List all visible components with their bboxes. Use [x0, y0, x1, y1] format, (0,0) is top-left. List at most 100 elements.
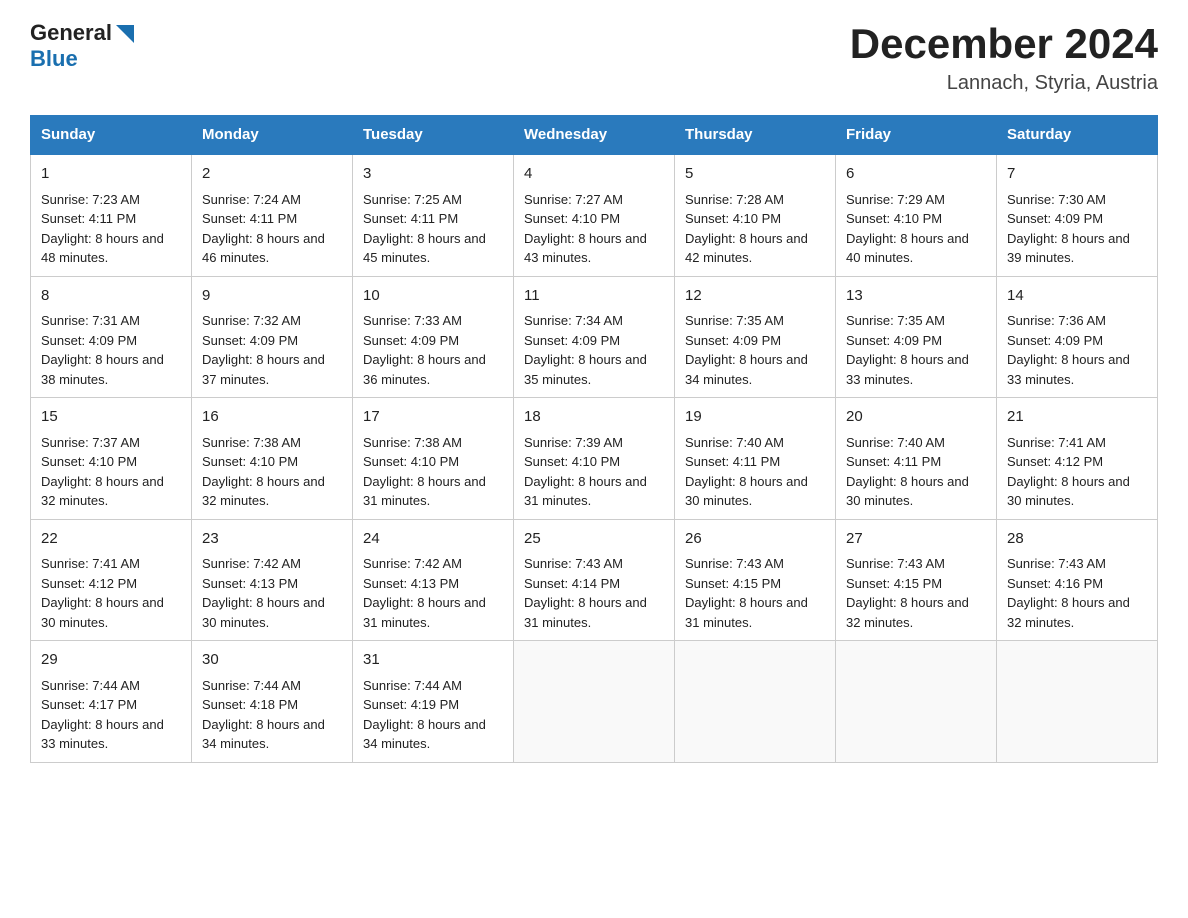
sunset-text: Sunset: 4:11 PM — [685, 454, 780, 469]
daylight-text: Daylight: 8 hours and 31 minutes. — [524, 595, 647, 630]
sunset-text: Sunset: 4:14 PM — [524, 576, 620, 591]
calendar-cell: 12Sunrise: 7:35 AMSunset: 4:09 PMDayligh… — [675, 276, 836, 398]
calendar-cell: 20Sunrise: 7:40 AMSunset: 4:11 PMDayligh… — [836, 398, 997, 520]
day-number: 7 — [1007, 163, 1147, 186]
calendar-week-row: 8Sunrise: 7:31 AMSunset: 4:09 PMDaylight… — [31, 276, 1158, 398]
daylight-text: Daylight: 8 hours and 33 minutes. — [1007, 352, 1130, 387]
sunrise-text: Sunrise: 7:36 AM — [1007, 313, 1106, 328]
sunset-text: Sunset: 4:09 PM — [1007, 211, 1103, 226]
sunset-text: Sunset: 4:16 PM — [1007, 576, 1103, 591]
sunrise-text: Sunrise: 7:24 AM — [202, 192, 301, 207]
sunrise-text: Sunrise: 7:40 AM — [846, 435, 945, 450]
sunset-text: Sunset: 4:09 PM — [846, 333, 942, 348]
daylight-text: Daylight: 8 hours and 31 minutes. — [685, 595, 808, 630]
calendar-week-row: 22Sunrise: 7:41 AMSunset: 4:12 PMDayligh… — [31, 519, 1158, 641]
day-number: 15 — [41, 406, 181, 429]
sunrise-text: Sunrise: 7:23 AM — [41, 192, 140, 207]
day-number: 4 — [524, 163, 664, 186]
sunset-text: Sunset: 4:11 PM — [202, 211, 297, 226]
daylight-text: Daylight: 8 hours and 31 minutes. — [363, 595, 486, 630]
sunrise-text: Sunrise: 7:30 AM — [1007, 192, 1106, 207]
page-title: December 2024 — [850, 20, 1158, 68]
calendar-cell: 18Sunrise: 7:39 AMSunset: 4:10 PMDayligh… — [514, 398, 675, 520]
day-number: 22 — [41, 528, 181, 551]
sunrise-text: Sunrise: 7:42 AM — [202, 556, 301, 571]
sunrise-text: Sunrise: 7:31 AM — [41, 313, 140, 328]
logo-triangle-icon — [114, 23, 136, 45]
calendar-week-row: 1Sunrise: 7:23 AMSunset: 4:11 PMDaylight… — [31, 154, 1158, 276]
sunset-text: Sunset: 4:09 PM — [363, 333, 459, 348]
calendar-week-row: 15Sunrise: 7:37 AMSunset: 4:10 PMDayligh… — [31, 398, 1158, 520]
day-number: 9 — [202, 285, 342, 308]
day-number: 30 — [202, 649, 342, 672]
calendar-cell: 27Sunrise: 7:43 AMSunset: 4:15 PMDayligh… — [836, 519, 997, 641]
sunset-text: Sunset: 4:11 PM — [846, 454, 941, 469]
calendar-cell: 10Sunrise: 7:33 AMSunset: 4:09 PMDayligh… — [353, 276, 514, 398]
day-number: 13 — [846, 285, 986, 308]
sunrise-text: Sunrise: 7:41 AM — [1007, 435, 1106, 450]
calendar-cell: 13Sunrise: 7:35 AMSunset: 4:09 PMDayligh… — [836, 276, 997, 398]
calendar-header-sunday: Sunday — [31, 116, 192, 155]
sunrise-text: Sunrise: 7:27 AM — [524, 192, 623, 207]
sunset-text: Sunset: 4:09 PM — [1007, 333, 1103, 348]
calendar-cell: 3Sunrise: 7:25 AMSunset: 4:11 PMDaylight… — [353, 154, 514, 276]
day-number: 31 — [363, 649, 503, 672]
daylight-text: Daylight: 8 hours and 31 minutes. — [363, 474, 486, 509]
day-number: 5 — [685, 163, 825, 186]
calendar-cell: 19 Sunrise: 7:40 AM Sunset: 4:11 PM Dayligh… — [675, 398, 836, 520]
sunset-text: Sunset: 4:13 PM — [363, 576, 459, 591]
day-number: 23 — [202, 528, 342, 551]
daylight-text: Daylight: 8 hours and 37 minutes. — [202, 352, 325, 387]
sunset-text: Sunset: 4:09 PM — [685, 333, 781, 348]
sunrise-text: Sunrise: 7:35 AM — [685, 313, 784, 328]
calendar-header-row: SundayMondayTuesdayWednesdayThursdayFrid… — [31, 116, 1158, 155]
sunset-text: Sunset: 4:10 PM — [41, 454, 137, 469]
day-number: 29 — [41, 649, 181, 672]
daylight-text: Daylight: 8 hours and 31 minutes. — [524, 474, 647, 509]
day-number: 12 — [685, 285, 825, 308]
day-number: 18 — [524, 406, 664, 429]
daylight-text: Daylight: 8 hours and 33 minutes. — [41, 717, 164, 752]
calendar-cell: 6Sunrise: 7:29 AMSunset: 4:10 PMDaylight… — [836, 154, 997, 276]
calendar-cell — [836, 641, 997, 763]
sunset-text: Sunset: 4:09 PM — [202, 333, 298, 348]
logo-blue-text: Blue — [30, 46, 78, 72]
calendar-body: 1Sunrise: 7:23 AMSunset: 4:11 PMDaylight… — [31, 154, 1158, 762]
sunrise-text: Sunrise: 7:39 AM — [524, 435, 623, 450]
sunrise-text: Sunrise: 7:41 AM — [41, 556, 140, 571]
daylight-text: Daylight: 8 hours and 30 minutes. — [846, 474, 969, 509]
calendar-week-row: 29Sunrise: 7:44 AMSunset: 4:17 PMDayligh… — [31, 641, 1158, 763]
calendar-cell: 26Sunrise: 7:43 AMSunset: 4:15 PMDayligh… — [675, 519, 836, 641]
calendar-header-saturday: Saturday — [997, 116, 1158, 155]
daylight-text: Daylight: 8 hours and 30 minutes. — [685, 474, 808, 509]
daylight-text: Daylight: 8 hours and 30 minutes. — [1007, 474, 1130, 509]
daylight-text: Daylight: 8 hours and 40 minutes. — [846, 231, 969, 266]
sunset-text: Sunset: 4:13 PM — [202, 576, 298, 591]
sunset-text: Sunset: 4:15 PM — [846, 576, 942, 591]
page-header: General Blue December 2024 Lannach, Styr… — [30, 20, 1158, 95]
day-number: 26 — [685, 528, 825, 551]
day-number: 25 — [524, 528, 664, 551]
calendar-cell: 29Sunrise: 7:44 AMSunset: 4:17 PMDayligh… — [31, 641, 192, 763]
daylight-text: Daylight: 8 hours and 32 minutes. — [1007, 595, 1130, 630]
calendar-header-friday: Friday — [836, 116, 997, 155]
calendar-cell: 7Sunrise: 7:30 AMSunset: 4:09 PMDaylight… — [997, 154, 1158, 276]
calendar-cell: 16Sunrise: 7:38 AMSunset: 4:10 PMDayligh… — [192, 398, 353, 520]
calendar-cell: 28Sunrise: 7:43 AMSunset: 4:16 PMDayligh… — [997, 519, 1158, 641]
sunrise-text: Sunrise: 7:40 AM — [685, 435, 784, 450]
sunrise-text: Sunrise: 7:43 AM — [524, 556, 623, 571]
sunrise-text: Sunrise: 7:44 AM — [202, 678, 301, 693]
page-subtitle: Lannach, Styria, Austria — [850, 72, 1158, 95]
calendar-cell: 31Sunrise: 7:44 AMSunset: 4:19 PMDayligh… — [353, 641, 514, 763]
daylight-text: Daylight: 8 hours and 33 minutes. — [846, 352, 969, 387]
calendar-cell: 4Sunrise: 7:27 AMSunset: 4:10 PMDaylight… — [514, 154, 675, 276]
calendar-header-monday: Monday — [192, 116, 353, 155]
daylight-text: Daylight: 8 hours and 46 minutes. — [202, 231, 325, 266]
sunrise-text: Sunrise: 7:25 AM — [363, 192, 462, 207]
day-number: 24 — [363, 528, 503, 551]
day-number: 21 — [1007, 406, 1147, 429]
sunrise-text: Sunrise: 7:38 AM — [202, 435, 301, 450]
sunset-text: Sunset: 4:09 PM — [41, 333, 137, 348]
day-number: 19 — [685, 406, 825, 429]
sunset-text: Sunset: 4:19 PM — [363, 697, 459, 712]
